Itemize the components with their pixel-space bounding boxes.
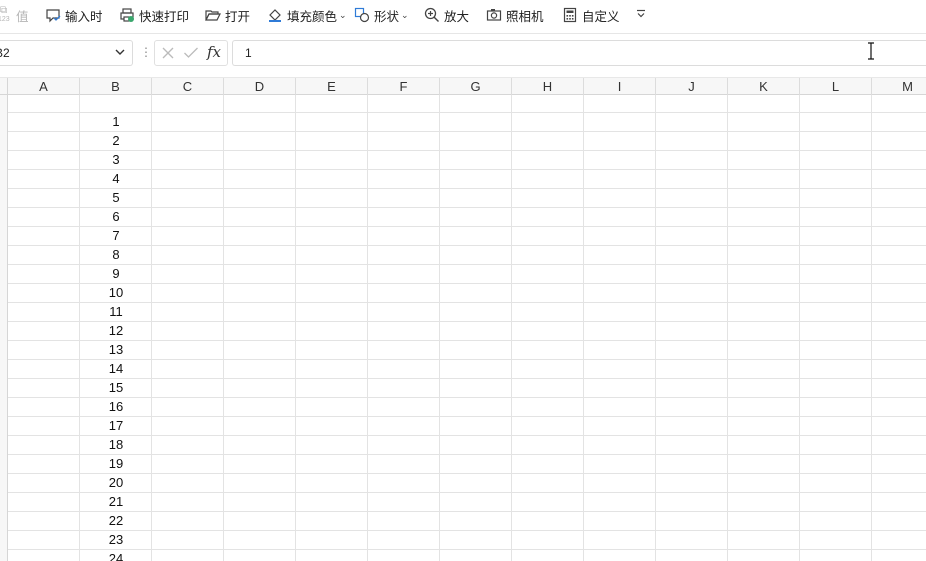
- formula-input-value: 1: [245, 46, 252, 60]
- shapes-icon: [354, 7, 370, 23]
- camera-label: 照相机: [506, 9, 544, 24]
- formula-bar: B2 ⋮ fx 1: [0, 34, 926, 72]
- cell-b11[interactable]: 10: [80, 284, 152, 302]
- cell-b10[interactable]: 9: [80, 265, 152, 283]
- column-header-a[interactable]: A: [8, 78, 80, 95]
- cancel-icon[interactable]: [161, 46, 175, 65]
- insert-function-icon[interactable]: fx: [207, 43, 221, 61]
- cell-b5[interactable]: 4: [80, 170, 152, 188]
- camera-button[interactable]: 照相机: [486, 4, 544, 26]
- shapes-label: 形状: [374, 9, 400, 24]
- column-header-e[interactable]: E: [296, 78, 368, 95]
- formula-bar-separator[interactable]: ⋮: [140, 45, 152, 59]
- paste-values-icon: ⧉ 123: [0, 5, 10, 23]
- name-box[interactable]: B2: [0, 40, 133, 66]
- quick-toolbar: ⧉ 123 值 输入时 快速打印 打开 填充颜色 ⌄ 形状 ⌄: [0, 0, 926, 34]
- fill-color-label: 填充颜色: [287, 9, 338, 24]
- chevron-down-icon: ⌄: [401, 9, 409, 20]
- name-box-value: B2: [0, 46, 10, 60]
- customize-label: 自定义: [582, 9, 620, 24]
- cell-b17[interactable]: 16: [80, 398, 152, 416]
- cell-b24[interactable]: 23: [80, 531, 152, 549]
- column-header-j[interactable]: J: [656, 78, 728, 95]
- column-header-g[interactable]: G: [440, 78, 512, 95]
- cell-b16[interactable]: 15: [80, 379, 152, 397]
- column-header-b[interactable]: B: [80, 78, 152, 95]
- folder-open-icon: [205, 7, 221, 23]
- formula-input[interactable]: 1: [232, 40, 926, 66]
- cell-b12[interactable]: 11: [80, 303, 152, 321]
- cell-b9[interactable]: 8: [80, 246, 152, 264]
- input-time-label: 输入时: [65, 9, 103, 24]
- cell-b2[interactable]: 1: [80, 113, 152, 131]
- cell-b22[interactable]: 21: [80, 493, 152, 511]
- row-header-strip[interactable]: [0, 95, 8, 561]
- cell-b3[interactable]: 2: [80, 132, 152, 150]
- chevron-down-icon[interactable]: [114, 46, 126, 61]
- open-button[interactable]: 打开: [205, 4, 250, 26]
- cell-b6[interactable]: 5: [80, 189, 152, 207]
- column-header-l[interactable]: L: [800, 78, 872, 95]
- quick-print-label: 快速打印: [139, 9, 190, 24]
- column-header-h[interactable]: H: [512, 78, 584, 95]
- open-label: 打开: [225, 9, 251, 24]
- cell-b14[interactable]: 13: [80, 341, 152, 359]
- shapes-button[interactable]: 形状 ⌄: [354, 4, 409, 26]
- cell-b21[interactable]: 20: [80, 474, 152, 492]
- zoom-in-icon: [424, 7, 440, 23]
- formula-buttons: fx: [154, 40, 228, 66]
- column-header-m[interactable]: M: [872, 78, 926, 95]
- column-header-c[interactable]: C: [152, 78, 224, 95]
- zoom-in-label: 放大: [444, 9, 470, 24]
- text-cursor-icon: [866, 42, 876, 65]
- camera-icon: [486, 7, 502, 23]
- paste-values-label: 值: [16, 9, 29, 24]
- column-header-k[interactable]: K: [728, 78, 800, 95]
- comment-check-icon: [45, 7, 61, 23]
- cell-b25[interactable]: 24: [80, 550, 152, 561]
- input-time-button[interactable]: 输入时: [45, 4, 103, 26]
- chevron-down-icon: ⌄: [339, 9, 347, 20]
- cell-b20[interactable]: 19: [80, 455, 152, 473]
- cell-b7[interactable]: 6: [80, 208, 152, 226]
- cell-b8[interactable]: 7: [80, 227, 152, 245]
- column-header-d[interactable]: D: [224, 78, 296, 95]
- column-header-i[interactable]: I: [584, 78, 656, 95]
- check-icon[interactable]: [183, 46, 199, 65]
- more-toolbar-button[interactable]: [636, 4, 646, 26]
- cell-b23[interactable]: 22: [80, 512, 152, 530]
- calculator-icon: [562, 7, 578, 23]
- column-header-f[interactable]: F: [368, 78, 440, 95]
- cell-b18[interactable]: 17: [80, 417, 152, 435]
- cell-b15[interactable]: 14: [80, 360, 152, 378]
- paint-bucket-icon: [267, 7, 283, 23]
- quick-print-button[interactable]: 快速打印: [119, 4, 189, 26]
- select-all-corner[interactable]: [0, 78, 8, 95]
- cell-b13[interactable]: 12: [80, 322, 152, 340]
- fill-color-button[interactable]: 填充颜色 ⌄: [267, 4, 347, 26]
- more-chevron-icon: [636, 8, 646, 22]
- zoom-in-button[interactable]: 放大: [424, 4, 469, 26]
- paste-values-button[interactable]: ⧉ 123 值: [0, 4, 29, 26]
- printer-icon: [119, 7, 135, 23]
- cell-b4[interactable]: 3: [80, 151, 152, 169]
- customize-button[interactable]: 自定义: [562, 4, 620, 26]
- cell-b19[interactable]: 18: [80, 436, 152, 454]
- cell-grid[interactable]: 1 2 3 4 5 6 7 8 9 10 11 12 13 14 15 16 17 18 19 20 21 22 23 24: [0, 95, 926, 561]
- paste-values-sub: 123: [0, 16, 10, 23]
- column-header-bar: ABCDEFGHIJKLM: [0, 77, 926, 95]
